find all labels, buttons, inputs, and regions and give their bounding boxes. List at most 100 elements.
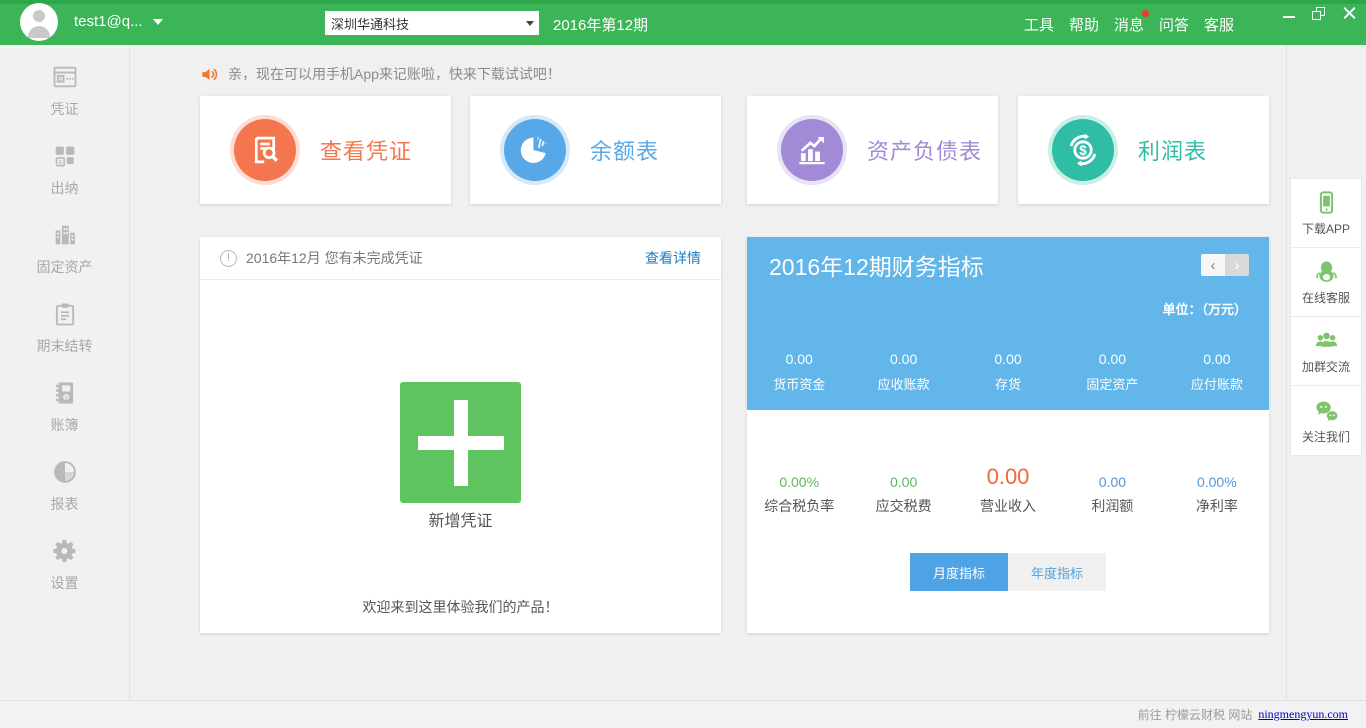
notification-dot xyxy=(1142,10,1149,17)
online-support-button[interactable]: 在线客服 xyxy=(1291,248,1361,317)
menu-item-messages[interactable]: 消息 xyxy=(1114,14,1144,35)
sidebar-item-ledger[interactable]: $ 账簿 xyxy=(0,379,129,458)
stat-net-profit-rate: 0.00% 净利率 xyxy=(1165,462,1269,516)
add-voucher-label: 新增凭证 xyxy=(200,507,721,531)
view-details-link[interactable]: 查看详情 xyxy=(645,248,701,268)
voucher-panel: ! 2016年12月 您有未完成凭证 查看详情 新增凭证 欢迎来到这里体验我们的… xyxy=(200,237,721,633)
restore-button[interactable] xyxy=(1312,7,1325,20)
card-income-statement[interactable]: $ 利润表 xyxy=(1018,96,1269,204)
join-group-label: 加群交流 xyxy=(1302,358,1350,375)
blue-stats-row: 0.00 货币资金 0.00 应收账款 0.00 存货 0.00 固定资产 0.… xyxy=(747,351,1269,393)
footer: 前往 柠檬云财税 网站 ningmengyun.com xyxy=(0,700,1366,728)
stat-monetary-funds: 0.00 货币资金 xyxy=(747,351,851,393)
period-pager: ‹ › xyxy=(1201,254,1249,276)
stat-tax-burden-rate: 0.00% 综合税负率 xyxy=(747,462,851,516)
account-menu[interactable]: test1@q... xyxy=(74,13,163,30)
footer-website-link[interactable]: ningmengyun.com xyxy=(1258,707,1348,722)
avatar[interactable] xyxy=(20,3,58,41)
sidebar-item-settings[interactable]: 设置 xyxy=(0,537,129,616)
notice-text: 亲，现在可以用手机App来记账啦，快来下载试试吧！ xyxy=(228,64,561,84)
balance-report-icon xyxy=(504,119,566,181)
stat-profit: 0.00 利润额 xyxy=(1060,462,1164,516)
left-sidebar: $ 凭证 ¥ 出纳 固定资产 期末结转 xyxy=(0,45,130,700)
indicator-blue-section: 2016年12期财务指标 ‹ › 单位：（万元） 0.00 货币资金 0.00 … xyxy=(747,237,1269,410)
download-app-label: 下载APP xyxy=(1302,220,1350,237)
card-view-vouchers[interactable]: 查看凭证 xyxy=(200,96,451,204)
tab-yearly-indicators[interactable]: 年度指标 xyxy=(1008,553,1106,591)
ledger-icon: $ xyxy=(51,379,79,407)
balance-sheet-icon xyxy=(781,119,843,181)
sidebar-label-period-end: 期末结转 xyxy=(37,336,93,356)
company-select-value: 深圳华通科技 xyxy=(331,14,409,33)
sidebar-item-period-end[interactable]: 期末结转 xyxy=(0,300,129,379)
close-button[interactable] xyxy=(1342,6,1356,20)
window-controls xyxy=(1283,3,1356,23)
add-voucher-button[interactable] xyxy=(400,382,521,503)
sidebar-item-cashier[interactable]: ¥ 出纳 xyxy=(0,142,129,221)
white-stats-row: 0.00% 综合税负率 0.00 应交税费 0.00 营业收入 0.00 利润额… xyxy=(747,462,1269,516)
username-label: test1@q... xyxy=(74,13,143,30)
menu-item-messages-label: 消息 xyxy=(1114,17,1144,34)
menu-item-support[interactable]: 客服 xyxy=(1204,14,1234,35)
sidebar-label-fixed-assets: 固定资产 xyxy=(37,257,93,277)
accounting-period-label: 2016年第12期 xyxy=(553,14,648,35)
card-income-statement-label: 利润表 xyxy=(1138,134,1207,166)
info-icon: ! xyxy=(220,250,237,267)
sidebar-label-ledger: 账簿 xyxy=(51,415,79,435)
card-view-vouchers-label: 查看凭证 xyxy=(320,134,412,166)
sidebar-item-reports[interactable]: 报表 xyxy=(0,458,129,537)
unit-label: 单位：（万元） xyxy=(1162,299,1247,318)
sidebar-item-voucher[interactable]: $ 凭证 xyxy=(0,63,129,142)
reports-icon xyxy=(51,458,79,486)
join-group-button[interactable]: 加群交流 xyxy=(1291,317,1361,386)
sidebar-label-settings: 设置 xyxy=(51,573,79,593)
indicator-tabs: 月度指标 年度指标 xyxy=(910,553,1106,591)
card-balance-sheet-report[interactable]: 余额表 xyxy=(470,96,721,204)
group-people-icon xyxy=(1313,327,1340,354)
stat-taxes-payable: 0.00 应交税费 xyxy=(851,462,955,516)
sidebar-item-fixed-assets[interactable]: 固定资产 xyxy=(0,221,129,300)
sidebar-label-reports: 报表 xyxy=(51,494,79,514)
top-bar: test1@q... 深圳华通科技 2016年第12期 工具 帮助 消息 问答 … xyxy=(0,0,1366,45)
menu-item-qa[interactable]: 问答 xyxy=(1159,14,1189,35)
stat-fixed-assets: 0.00 固定资产 xyxy=(1060,351,1164,393)
stat-inventory: 0.00 存货 xyxy=(956,351,1060,393)
chevron-down-icon xyxy=(153,19,163,25)
online-support-label: 在线客服 xyxy=(1302,289,1350,306)
sidebar-label-voucher: 凭证 xyxy=(51,99,79,119)
income-statement-icon: $ xyxy=(1052,119,1114,181)
menu-item-tools[interactable]: 工具 xyxy=(1024,14,1054,35)
cashier-icon: ¥ xyxy=(51,142,79,170)
follow-us-label: 关注我们 xyxy=(1302,428,1350,445)
stat-accounts-payable: 0.00 应付账款 xyxy=(1165,351,1269,393)
plus-icon-bar xyxy=(454,400,468,486)
notice-bar: 亲，现在可以用手机App来记账啦，快来下载试试吧！ xyxy=(200,61,1269,87)
avatar-person-icon xyxy=(33,10,45,22)
indicator-panel-title: 2016年12期财务指标 xyxy=(769,248,984,282)
tab-monthly-indicators[interactable]: 月度指标 xyxy=(910,553,1008,591)
prev-period-button[interactable]: ‹ xyxy=(1201,254,1225,276)
next-period-button[interactable]: › xyxy=(1225,254,1249,276)
wechat-icon xyxy=(1313,397,1340,424)
right-float-column: 下载APP 在线客服 加群交流 xyxy=(1286,45,1366,700)
svg-text:$: $ xyxy=(1079,143,1087,158)
card-balance-sheet-label: 资产负债表 xyxy=(867,134,982,166)
minimize-button[interactable] xyxy=(1283,8,1295,18)
card-balance-sheet[interactable]: 资产负债表 xyxy=(747,96,998,204)
period-end-closing-icon xyxy=(51,300,79,328)
voucher-icon: $ xyxy=(51,63,79,91)
avatar-person-icon-body xyxy=(28,26,50,38)
unfinished-voucher-text: 2016年12月 您有未完成凭证 xyxy=(246,248,423,268)
stat-accounts-receivable: 0.00 应收账款 xyxy=(851,351,955,393)
stat-operating-revenue: 0.00 营业收入 xyxy=(956,462,1060,516)
follow-us-button[interactable]: 关注我们 xyxy=(1291,386,1361,455)
view-vouchers-icon xyxy=(234,119,296,181)
phone-icon xyxy=(1313,189,1340,216)
settings-gear-icon xyxy=(51,537,79,565)
download-app-button[interactable]: 下载APP xyxy=(1291,179,1361,248)
welcome-text: 欢迎来到这里体验我们的产品！ xyxy=(200,597,721,617)
fixed-assets-icon xyxy=(51,221,79,249)
company-select[interactable]: 深圳华通科技 xyxy=(325,11,539,35)
menu-item-help[interactable]: 帮助 xyxy=(1069,14,1099,35)
select-arrow-icon xyxy=(526,21,534,26)
